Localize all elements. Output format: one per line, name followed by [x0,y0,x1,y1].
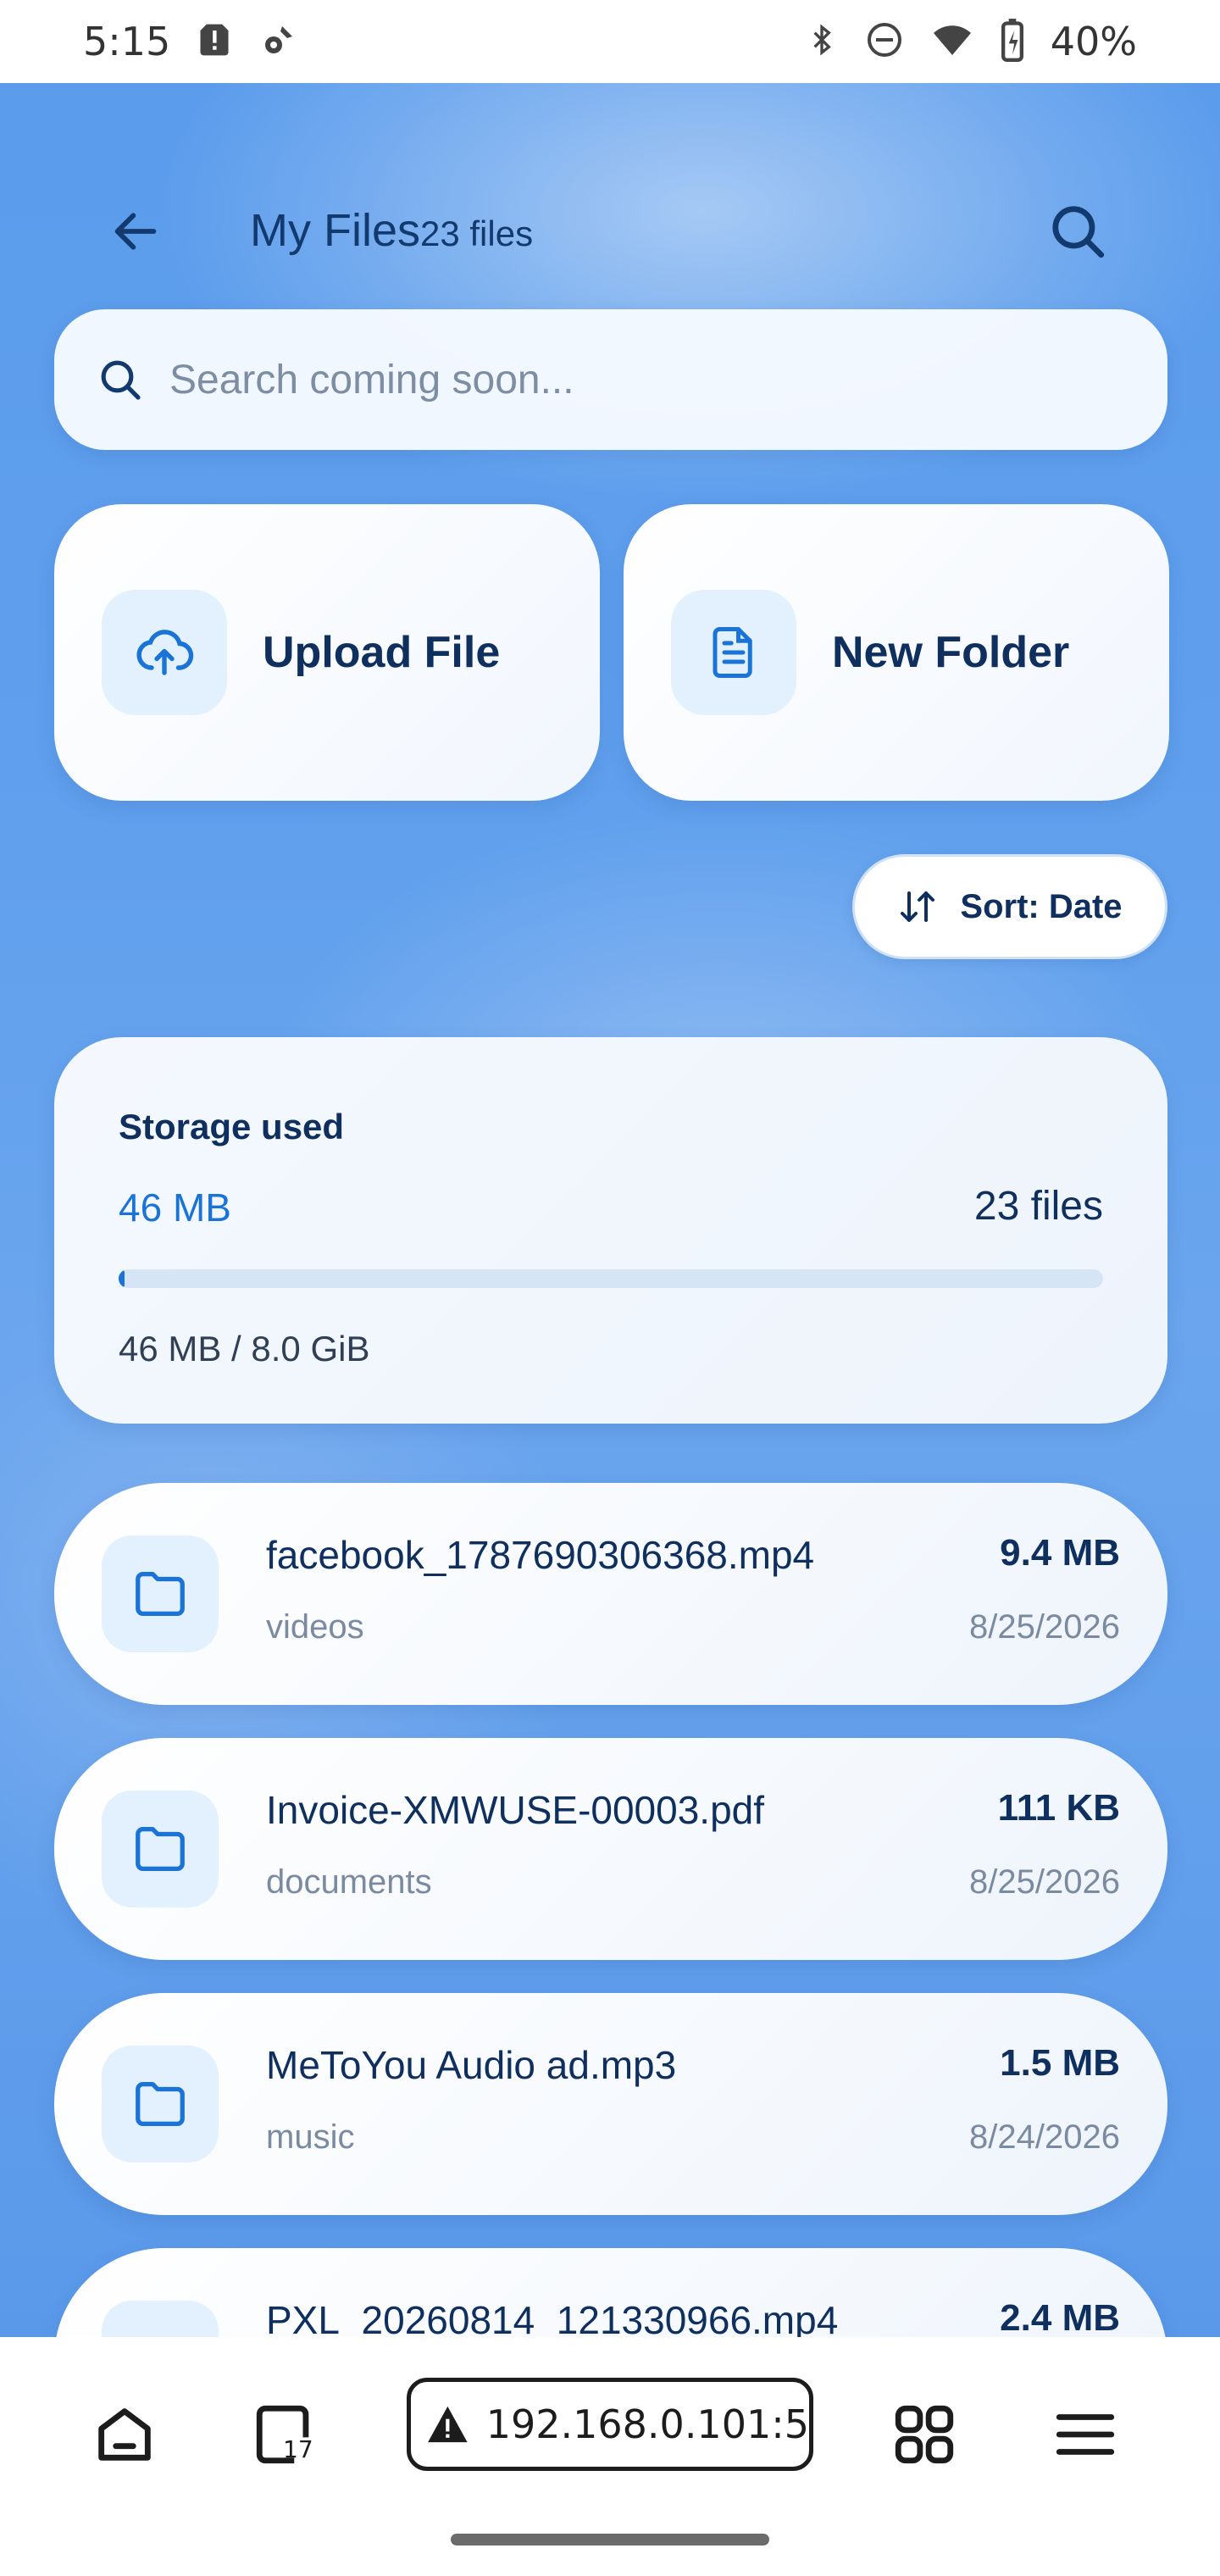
file-category: music [266,2118,355,2156]
tabs-button[interactable]: 17 [239,2388,332,2481]
storage-progress-bar [119,1269,1103,1288]
apps-button[interactable] [878,2388,971,2481]
search-icon [1052,206,1105,258]
title-text: My Files [250,205,420,256]
upload-file-label: Upload File [263,628,501,677]
url-text: 192.168.0.101:5 [485,2401,809,2447]
storage-title: Storage used [119,1107,345,1146]
home-indicator[interactable] [451,2534,769,2545]
file-count: 23 files [420,214,534,253]
file-date: 8/25/2026 [969,1608,1120,1646]
bluetooth-icon [805,19,839,64]
search-bar[interactable] [54,309,1167,450]
file-date: 8/24/2026 [969,2118,1120,2156]
header: My Files23 files [0,180,1220,265]
search-icon [101,360,141,400]
browser-toolbar: 17 192.168.0.101:5 [0,2337,1220,2576]
cloud-upload-icon [136,630,194,675]
sort-label: Sort: Date [960,887,1123,925]
warning-icon [428,2406,468,2443]
sort-button[interactable]: Sort: Date [852,854,1167,959]
storage-progress-fill [119,1269,125,1288]
file-card[interactable]: PXL_20260814_121330966.mp4videos2.4 MB8/… [54,2248,1167,2337]
file-card[interactable]: MeToYou Audio ad.mp3 music 1.5 MB 8/24/2026 [54,1993,1167,2215]
folder-icon [130,2329,190,2337]
tab-count: 17 [283,2435,313,2463]
folder-icon [136,2082,185,2126]
battery-percent: 40% [1050,19,1137,64]
settings-icon [258,19,299,64]
upload-file-button[interactable]: Upload File [54,504,600,801]
page-title: My Files23 files [250,204,533,257]
search-input[interactable] [169,356,1101,403]
file-size: 111 KB [997,1787,1120,1829]
file-name: Invoice-XMWUSE-00003.pdf [266,1788,765,1832]
status-bar: 5:15 40% [0,0,1220,83]
folder-icon [136,1827,185,1871]
document-icon [713,627,752,678]
file-category: documents [266,1863,432,1901]
new-folder-button[interactable]: New Folder [624,504,1169,801]
storage-file-count: 23 files [973,1184,1103,1229]
folder-icon-tile [102,2046,219,2162]
back-arrow-icon [114,213,157,250]
menu-icon [1056,2414,1115,2455]
back-button[interactable] [102,197,169,265]
file-date: 8/25/2026 [969,1863,1120,1901]
folder-icon-tile [102,2301,219,2337]
folder-icon-tile [102,1790,219,1907]
url-bar[interactable]: 192.168.0.101:5 [407,2378,813,2471]
upload-icon-tile [102,590,227,715]
file-size: 1.5 MB [1000,2042,1120,2084]
storage-card: Storage used 46 MB 23 files 46 MB / 8.0 … [54,1037,1167,1424]
wifi-icon [930,19,974,64]
file-size: 2.4 MB [1000,2297,1120,2337]
sort-arrows-icon [901,891,935,922]
folder-icon-tile [671,590,796,715]
battery-icon [1000,18,1025,66]
grid-icon [895,2405,954,2464]
menu-button[interactable] [1039,2388,1132,2481]
storage-detail: 46 MB / 8.0 GiB [119,1329,370,1368]
folder-icon-tile [102,1535,219,1652]
dnd-icon [864,19,905,64]
file-size: 9.4 MB [1000,1532,1120,1574]
file-card[interactable]: Invoice-XMWUSE-00003.pdf documents 111 KB 8… [54,1738,1167,1960]
file-name: MeToYou Audio ad.mp3 [266,2043,677,2087]
file-name: facebook_1787690306368.mp4 [266,1533,815,1577]
file-card[interactable]: facebook_1787690306368.mp4videos 9.4 MB 8/… [54,1483,1167,1705]
search-button[interactable] [1044,197,1112,265]
home-icon [98,2408,151,2461]
app-area: My Files23 files Upload File New Folder … [0,83,1220,2337]
alert-icon [196,21,233,63]
new-folder-label: New Folder [832,628,1070,677]
file-category: videos [266,1608,364,1646]
home-button[interactable] [78,2388,171,2481]
file-name: PXL_20260814_121330966.mp4 [266,2298,839,2337]
storage-used: 46 MB [119,1185,231,1230]
status-time: 5:15 [83,19,171,64]
folder-icon [136,1572,185,1616]
